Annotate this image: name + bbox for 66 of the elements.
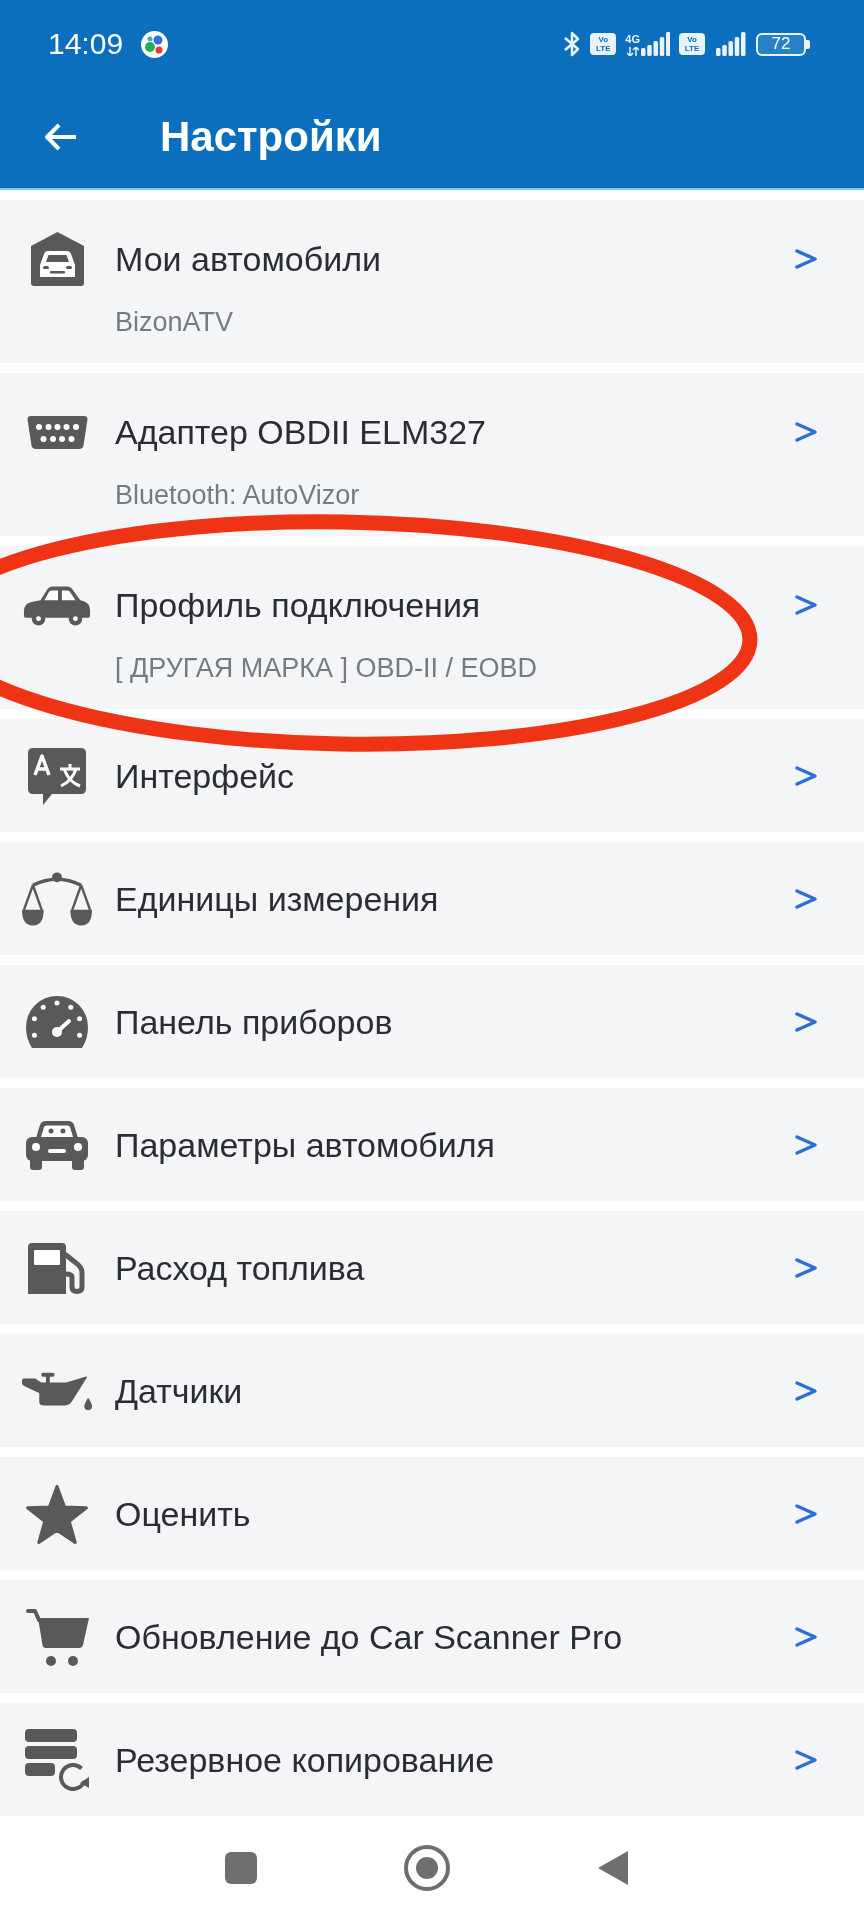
triangle-icon (598, 1851, 628, 1885)
chevron-right-icon (793, 1626, 818, 1648)
chevron-right-icon (793, 765, 818, 787)
chevron-right-icon (793, 1749, 818, 1771)
setting-title: Профиль подключения (115, 585, 482, 626)
volte-badge: Vo LTE (679, 33, 705, 55)
setting-title: Адаптер OBDII ELM327 (115, 412, 487, 453)
chevron-right-icon (793, 248, 818, 270)
back-arrow-icon (43, 122, 77, 152)
setting-title: Интерфейс (115, 756, 296, 797)
settings-item[interactable]: Профиль подключения [ ДРУГАЯ МАРКА ] OBD-II / EOBD (0, 546, 864, 709)
data-arrows-icon (626, 47, 639, 56)
settings-item[interactable]: Параметры автомобиля (0, 1088, 864, 1201)
battery-indicator: 72 (756, 32, 810, 56)
oil-can-icon (22, 1371, 92, 1411)
settings-item[interactable]: Интерфейс (0, 719, 864, 832)
settings-item[interactable]: Расход топлива (0, 1211, 864, 1324)
fuel-pump-icon (28, 1242, 86, 1294)
cart-icon (25, 1607, 89, 1667)
chevron-right-icon (793, 1134, 818, 1156)
speedometer-icon (26, 996, 88, 1048)
setting-title: Панель приборов (115, 1002, 394, 1043)
setting-title: Датчики (115, 1371, 244, 1412)
network-type: 4G (625, 34, 640, 45)
chevron-right-icon (793, 1011, 818, 1033)
ring-icon (404, 1845, 450, 1891)
chevron-right-icon (793, 1257, 818, 1279)
square-icon (225, 1852, 257, 1884)
setting-value: [ ДРУГАЯ МАРКА ] OBD-II / EOBD (115, 653, 538, 683)
backup-icon (25, 1729, 89, 1791)
chevron-right-icon (793, 888, 818, 910)
settings-item[interactable]: Оценить (0, 1457, 864, 1570)
setting-title: Единицы измерения (115, 879, 440, 920)
translate-icon (28, 747, 86, 805)
chevron-right-icon (793, 421, 818, 443)
setting-title: Обновление до Car Scanner Pro (115, 1617, 624, 1658)
chevron-right-icon (793, 594, 818, 616)
bluetooth-icon (563, 30, 582, 58)
setting-value: BizonATV (115, 307, 235, 337)
status-time: 14:09 (48, 27, 124, 61)
setting-title: Мои автомобили (115, 239, 382, 280)
back-button[interactable] (43, 122, 77, 152)
settings-item[interactable]: Адаптер OBDII ELM327 Bluetooth: AutoVizor (0, 373, 864, 536)
connector-icon (26, 415, 88, 449)
notification-icon (141, 30, 169, 58)
screen-title: Настройки (160, 112, 382, 162)
chevron-right-icon (793, 1380, 818, 1402)
settings-item[interactable]: Единицы измерения (0, 842, 864, 955)
chevron-right-icon (793, 1503, 818, 1525)
volte-badge: Vo LTE (590, 33, 617, 55)
signal-icon (714, 32, 747, 56)
settings-item[interactable]: Панель приборов (0, 965, 864, 1078)
setting-title: Оценить (115, 1494, 252, 1535)
car-front-icon (26, 1120, 88, 1170)
settings-item[interactable]: Мои автомобили BizonATV (0, 200, 864, 363)
signal-icon (641, 32, 670, 56)
star-icon (26, 1484, 88, 1544)
setting-title: Расход топлива (115, 1248, 366, 1289)
garage-icon (30, 232, 84, 286)
scale-icon (22, 872, 92, 926)
setting-title: Резервное копирование (115, 1740, 496, 1781)
settings-item[interactable]: Датчики (0, 1334, 864, 1447)
settings-item[interactable]: Резервное копирование (0, 1703, 864, 1816)
settings-item[interactable]: Обновление до Car Scanner Pro (0, 1580, 864, 1693)
setting-title: Параметры автомобиля (115, 1125, 496, 1166)
setting-value: Bluetooth: AutoVizor (115, 480, 361, 510)
